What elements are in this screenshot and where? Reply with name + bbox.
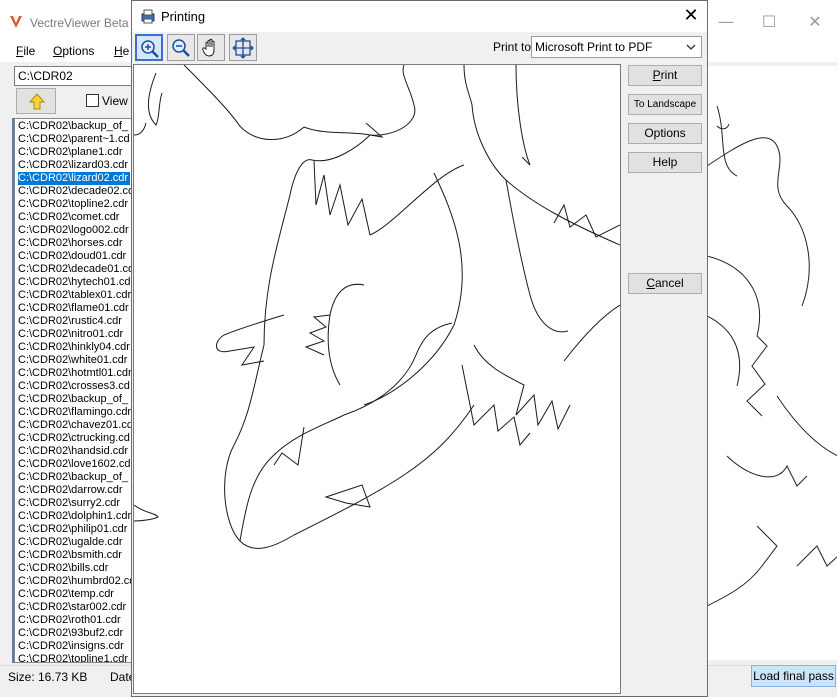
- print-mnemonic: P: [652, 68, 661, 82]
- app-title: VectreViewer Beta 2: [30, 16, 130, 30]
- help-button[interactable]: Help: [628, 152, 702, 173]
- print-preview-canvas[interactable]: [133, 64, 621, 694]
- to-landscape-button[interactable]: To Landscape: [628, 94, 702, 115]
- file-list-item[interactable]: C:\CDR02\darrow.cdr: [18, 484, 123, 497]
- cancel-button[interactable]: Cancel: [628, 273, 702, 294]
- maximize-icon[interactable]: ☐: [746, 8, 792, 36]
- options-button[interactable]: Options: [628, 123, 702, 144]
- file-list-item[interactable]: C:\CDR02\crosses3.cd: [18, 380, 130, 393]
- cancel-mnemonic: C: [646, 276, 655, 290]
- file-list-item[interactable]: C:\CDR02\bills.cdr: [18, 562, 108, 575]
- print-button[interactable]: Print: [628, 65, 702, 86]
- file-list-item[interactable]: C:\CDR02\decade02.cd: [18, 185, 134, 198]
- zoom-in-button[interactable]: [135, 34, 163, 61]
- file-list-item[interactable]: C:\CDR02\bsmith.cdr: [18, 549, 122, 562]
- file-list-item[interactable]: C:\CDR02\hinkly04.cdr: [18, 341, 130, 354]
- file-list-item[interactable]: C:\CDR02\love1602.cd: [18, 458, 131, 471]
- path-input[interactable]: C:\CDR02: [14, 66, 134, 86]
- view-all-checkbox[interactable]: [86, 94, 99, 107]
- printer-select[interactable]: Microsoft Print to PDF: [531, 36, 702, 58]
- up-folder-button[interactable]: [16, 88, 56, 114]
- pan-hand-icon: [202, 38, 215, 57]
- dialog-title: Printing: [161, 9, 206, 24]
- file-list[interactable]: C:\CDR02\backup_of_ C:\CDR02\parent~1.cd C…: [14, 118, 134, 663]
- file-list-item[interactable]: C:\CDR02\93buf2.cdr: [18, 627, 123, 640]
- file-list-item[interactable]: C:\CDR02\handsid.cdr: [18, 445, 128, 458]
- print-preview-drawing: [134, 65, 620, 549]
- menu-options-mnemonic: O: [53, 44, 63, 58]
- up-arrow-icon: [28, 93, 46, 110]
- menu-file[interactable]: File: [16, 44, 35, 58]
- printing-dialog: Printing ✕ Print to Microsoft Print to P…: [131, 0, 708, 697]
- file-list-item[interactable]: C:\CDR02\insigns.cdr: [18, 640, 124, 653]
- zoom-in-icon: [141, 40, 159, 58]
- file-list-item[interactable]: C:\CDR02\ugalde.cdr: [18, 536, 123, 549]
- cancel-label: ancel: [654, 276, 684, 290]
- file-list-item[interactable]: C:\CDR02\horses.cdr: [18, 237, 123, 250]
- printer-select-value: Microsoft Print to PDF: [535, 40, 653, 54]
- file-list-item[interactable]: C:\CDR02\decade01.cd: [18, 263, 134, 276]
- file-list-item[interactable]: C:\CDR02\star002.cdr: [18, 601, 126, 614]
- view-all-label: View a: [102, 94, 132, 108]
- file-list-item[interactable]: C:\CDR02\dolphin1.cdr: [18, 510, 131, 523]
- menu-help-label: e: [122, 44, 130, 58]
- dialog-titlebar: Printing ✕: [132, 1, 707, 32]
- main-preview-drawing: [707, 105, 837, 607]
- file-list-item[interactable]: C:\CDR02\humbrd02.cd: [18, 575, 134, 588]
- file-list-item[interactable]: C:\CDR02\chavez01.cd: [18, 419, 133, 432]
- fit-page-button[interactable]: [229, 34, 257, 61]
- menu-options-label: ptions: [62, 44, 95, 58]
- status-date: Date: [110, 670, 132, 684]
- zoom-out-icon: [172, 39, 190, 57]
- file-list-item[interactable]: C:\CDR02\rustic4.cdr: [18, 315, 122, 328]
- file-list-item[interactable]: C:\CDR02\flamingo.cdr: [18, 406, 131, 419]
- file-list-item[interactable]: C:\CDR02\nitro01.cdr: [18, 328, 123, 341]
- menu-file-label: ile: [23, 44, 36, 58]
- app-icon: [10, 16, 22, 28]
- file-list-item[interactable]: C:\CDR02\tablex01.cdr: [18, 289, 131, 302]
- print-label: rint: [660, 68, 678, 82]
- zoom-out-button[interactable]: [167, 34, 195, 61]
- fit-page-icon: [232, 37, 254, 59]
- pan-button[interactable]: [197, 34, 225, 61]
- file-list-item[interactable]: C:\CDR02\roth01.cdr: [18, 614, 121, 627]
- file-list-item[interactable]: C:\CDR02\hytech01.cd: [18, 276, 131, 289]
- file-list-item[interactable]: C:\CDR02\backup_of_: [18, 120, 128, 133]
- file-list-item[interactable]: C:\CDR02\temp.cdr: [18, 588, 114, 601]
- file-list-item[interactable]: C:\CDR02\topline2.cdr: [18, 198, 128, 211]
- main-preview-panel: [706, 66, 837, 660]
- file-list-item[interactable]: C:\CDR02\backup_of_: [18, 393, 128, 406]
- print-to-label: Print to: [493, 40, 532, 54]
- file-list-item[interactable]: C:\CDR02\lizard03.cdr: [18, 159, 128, 172]
- file-list-item[interactable]: C:\CDR02\parent~1.cd: [18, 133, 130, 146]
- file-list-item[interactable]: C:\CDR02\ctrucking.cd: [18, 432, 130, 445]
- close-icon[interactable]: ✕: [677, 4, 705, 28]
- file-list-item[interactable]: C:\CDR02\backup_of_: [18, 471, 128, 484]
- file-list-item[interactable]: C:\CDR02\doud01.cdr: [18, 250, 126, 263]
- load-final-pass-button[interactable]: Load final pass: [751, 665, 836, 687]
- chevron-down-icon: [686, 44, 696, 50]
- file-list-item[interactable]: C:\CDR02\comet.cdr: [18, 211, 119, 224]
- close-icon[interactable]: ✕: [792, 8, 837, 36]
- file-list-item[interactable]: C:\CDR02\white01.cdr: [18, 354, 127, 367]
- file-list-item[interactable]: C:\CDR02\flame01.cdr: [18, 302, 129, 315]
- status-size: Size: 16.73 KB: [8, 670, 88, 684]
- file-list-item[interactable]: C:\CDR02\logo002.cdr: [18, 224, 129, 237]
- printer-icon: [141, 9, 155, 24]
- menu-help[interactable]: He: [114, 44, 129, 58]
- minimize-icon[interactable]: —: [703, 8, 749, 36]
- menu-help-mnemonic: H: [114, 44, 123, 58]
- file-list-item[interactable]: C:\CDR02\plane1.cdr: [18, 146, 123, 159]
- file-list-item[interactable]: C:\CDR02\hotmtl01.cdr: [18, 367, 132, 380]
- file-list-item[interactable]: C:\CDR02\topline1.cdr: [18, 653, 128, 662]
- file-list-item[interactable]: C:\CDR02\surry2.cdr: [18, 497, 120, 510]
- file-list-item[interactable]: C:\CDR02\philip01.cdr: [18, 523, 127, 536]
- menu-options[interactable]: Options: [53, 44, 94, 58]
- file-list-item[interactable]: C:\CDR02\lizard02.cdr: [18, 172, 131, 185]
